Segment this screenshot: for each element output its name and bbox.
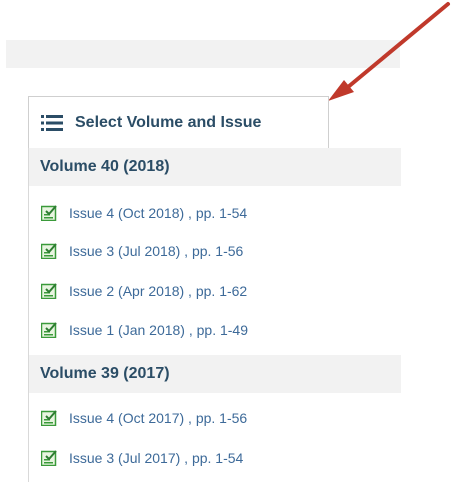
pointer-arrow-icon: [328, 2, 450, 101]
issue-label: Issue 1 (Jan 2018) , pp. 1-49: [69, 322, 248, 338]
issue-label: Issue 4 (Oct 2018) , pp. 1-54: [69, 205, 248, 221]
volume-header[interactable]: Volume 39 (2017): [29, 355, 401, 393]
issue-label: Issue 2 (Apr 2018) , pp. 1-62: [69, 283, 248, 299]
document-check-icon: [41, 410, 57, 426]
issue-link[interactable]: Issue 2 (Apr 2018) , pp. 1-62: [41, 279, 247, 303]
volume-issue-panel: Select Volume and Issue Volume 40 (2018)…: [28, 96, 401, 482]
issue-label: Issue 4 (Oct 2017) , pp. 1-56: [69, 410, 248, 426]
issue-link[interactable]: Issue 1 (Jan 2018) , pp. 1-49: [41, 318, 248, 342]
document-check-icon: [41, 283, 57, 299]
tab-label: Select Volume and Issue: [75, 113, 262, 131]
issue-link[interactable]: Issue 4 (Oct 2017) , pp. 1-56: [41, 406, 247, 430]
tab-select-volume-and-issue[interactable]: Select Volume and Issue: [28, 96, 329, 148]
issue-link[interactable]: Issue 3 (Jul 2018) , pp. 1-56: [41, 239, 243, 263]
issue-link[interactable]: Issue 4 (Oct 2018) , pp. 1-54: [41, 201, 247, 225]
list-icon: [41, 114, 63, 131]
issue-label: Issue 3 (Jul 2018) , pp. 1-56: [69, 243, 244, 259]
issue-label: Issue 3 (Jul 2017) , pp. 1-54: [69, 450, 244, 466]
document-check-icon: [41, 450, 57, 466]
volume-header[interactable]: Volume 40 (2018): [29, 148, 401, 186]
issue-link[interactable]: Issue 3 (Jul 2017) , pp. 1-54: [41, 446, 243, 470]
document-check-icon: [41, 243, 57, 259]
document-check-icon: [41, 322, 57, 338]
document-check-icon: [41, 205, 57, 221]
